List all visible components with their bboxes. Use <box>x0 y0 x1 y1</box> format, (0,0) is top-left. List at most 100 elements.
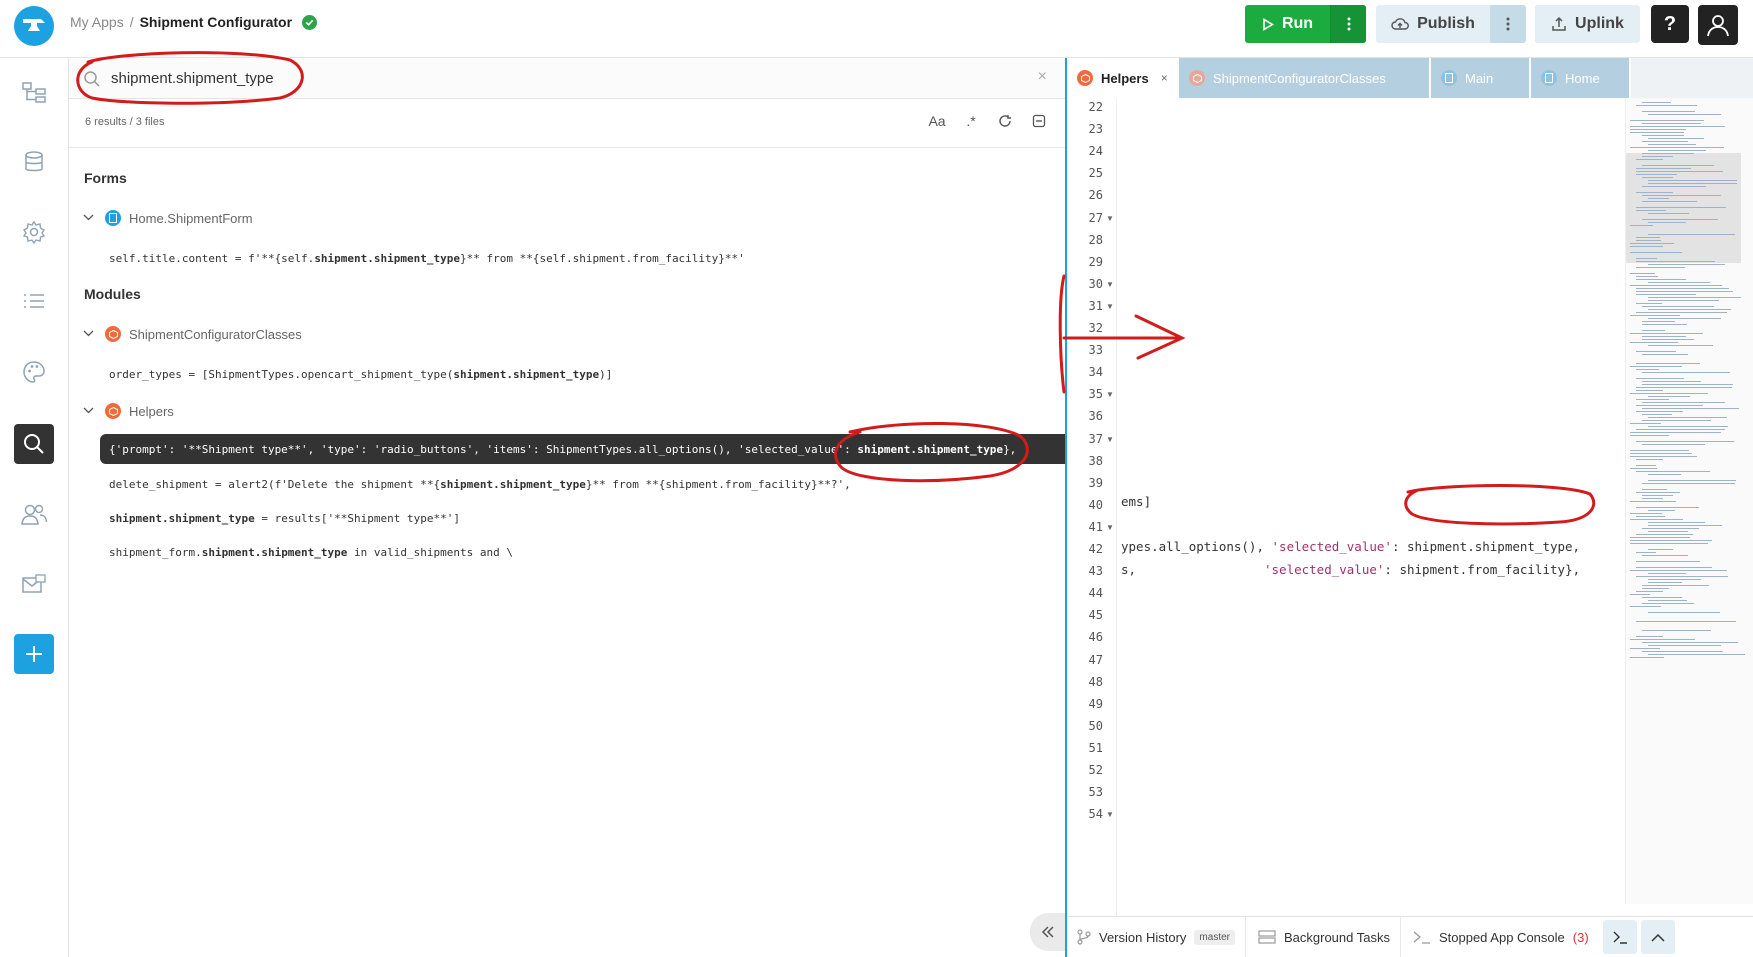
fold-toggle-icon[interactable]: ▼ <box>1106 390 1114 399</box>
tab-helpers[interactable]: Helpers × <box>1067 58 1177 98</box>
add-icon[interactable] <box>14 634 54 674</box>
collapse-all-icon[interactable] <box>1029 111 1049 131</box>
minimap-line <box>1648 282 1711 283</box>
help-button[interactable]: ? <box>1651 5 1689 43</box>
tasks-icon <box>1258 930 1276 944</box>
app-name[interactable]: Shipment Configurator <box>140 14 292 30</box>
console-label: Stopped App Console <box>1438 929 1565 945</box>
minimap-line <box>1636 240 1662 241</box>
chevron-down-icon[interactable] <box>83 405 97 417</box>
version-history-label: Version History <box>1099 929 1187 945</box>
search-match[interactable]: delete_shipment = alert2(f'Delete the sh… <box>109 478 851 491</box>
line-number: 49 <box>1088 696 1103 711</box>
search-bar: × <box>69 58 1065 99</box>
version-history-button[interactable]: Version History master <box>1067 916 1246 957</box>
line-number: 23 <box>1088 122 1103 137</box>
fold-toggle-icon[interactable]: ▼ <box>1106 523 1114 532</box>
file-shipmentconfiguratorclasses[interactable]: ShipmentConfiguratorClasses <box>83 323 302 345</box>
list-icon[interactable] <box>14 282 54 322</box>
minimap-line <box>1642 414 1672 415</box>
minimap-line <box>1636 288 1729 289</box>
app-console-button[interactable]: Stopped App Console (3) <box>1401 917 1599 957</box>
publish-more-menu-icon[interactable] <box>1490 5 1526 43</box>
anvil-logo-icon[interactable] <box>14 6 54 46</box>
app-browser-icon[interactable] <box>14 72 54 112</box>
minimap-line <box>1636 552 1656 553</box>
git-branch-icon <box>1077 929 1091 945</box>
tab-home[interactable]: Home <box>1531 58 1629 98</box>
minimap-line <box>1630 453 1692 454</box>
file-home-shipmentform[interactable]: Home.ShipmentForm <box>83 207 253 229</box>
minimap-line <box>1630 537 1690 538</box>
fold-toggle-icon[interactable]: ▼ <box>1106 280 1114 289</box>
collapse-panel-button[interactable] <box>1030 913 1066 951</box>
minimap-line <box>1642 186 1707 187</box>
regex-toggle[interactable]: .* <box>961 111 981 131</box>
run-main[interactable]: Run <box>1245 15 1330 33</box>
minimap-line <box>1642 603 1694 604</box>
close-tab-icon[interactable]: × <box>1161 71 1168 85</box>
chevron-up-icon[interactable] <box>1640 920 1675 954</box>
code-minimap[interactable] <box>1625 98 1753 904</box>
minimap-line <box>1630 285 1722 286</box>
minimap-line <box>1636 561 1700 562</box>
minimap-line <box>1636 636 1664 637</box>
users-icon[interactable] <box>14 494 54 534</box>
search-match-selected[interactable]: {'prompt': '**Shipment type**', 'type': … <box>100 434 1065 464</box>
fold-toggle-icon[interactable]: ▼ <box>1106 810 1114 819</box>
minimap-line <box>1630 513 1662 514</box>
code-area[interactable]: ems] ypes.all_options(), 'selected_value… <box>1117 98 1677 916</box>
fold-toggle-icon[interactable]: ▼ <box>1106 302 1114 311</box>
breadcrumb-my-apps[interactable]: My Apps <box>70 14 124 30</box>
background-tasks-button[interactable]: Background Tasks <box>1246 916 1401 957</box>
match-text: }, <box>1003 442 1017 456</box>
search-input[interactable] <box>111 64 991 92</box>
run-button[interactable]: Run <box>1245 5 1366 43</box>
minimap-line <box>1642 498 1664 499</box>
terminal-toggle-icon[interactable] <box>1602 920 1637 954</box>
minimap-line <box>1636 441 1735 442</box>
publish-main[interactable]: Publish <box>1376 15 1490 33</box>
run-more-menu-icon[interactable] <box>1330 5 1366 43</box>
fold-toggle-icon[interactable]: ▼ <box>1106 214 1114 223</box>
tab-main[interactable]: Main <box>1431 58 1529 98</box>
minimap-line <box>1630 648 1661 649</box>
clear-search-icon[interactable]: × <box>1038 68 1047 86</box>
search-match[interactable]: shipment.shipment_type = results['**Ship… <box>109 512 460 525</box>
minimap-line <box>1642 306 1715 307</box>
minimap-line <box>1630 243 1674 244</box>
email-icon[interactable] <box>14 564 54 604</box>
fold-toggle-icon[interactable]: ▼ <box>1106 435 1114 444</box>
uplink-button[interactable]: Uplink <box>1535 5 1640 43</box>
match-text: {'prompt': '**Shipment type**', 'type': … <box>109 442 858 456</box>
search-match[interactable]: order_types = [ShipmentTypes.opencart_sh… <box>109 368 612 381</box>
minimap-line <box>1648 531 1689 532</box>
search-match[interactable]: self.title.content = f'**{self.shipment.… <box>109 252 745 265</box>
line-number: 32 <box>1088 321 1103 335</box>
minimap-line <box>1630 342 1678 343</box>
refresh-icon[interactable] <box>995 111 1015 131</box>
tab-shipmentconfiguratorclasses[interactable]: ShipmentConfiguratorClasses <box>1179 58 1429 98</box>
line-number: 47 <box>1088 652 1103 667</box>
minimap-line <box>1648 573 1687 574</box>
user-avatar[interactable] <box>1698 5 1738 45</box>
minimap-line <box>1636 258 1657 259</box>
line-number: 24 <box>1088 144 1103 159</box>
publish-button[interactable]: Publish <box>1376 5 1526 43</box>
minimap-line <box>1648 297 1742 298</box>
search-rail-icon[interactable] <box>14 424 54 464</box>
theme-palette-icon[interactable] <box>14 352 54 392</box>
chevron-down-icon[interactable] <box>83 328 97 340</box>
match-case-toggle[interactable]: Aa <box>927 111 947 131</box>
minimap-line <box>1648 222 1687 223</box>
file-helpers[interactable]: Helpers <box>83 400 174 422</box>
chevron-down-icon[interactable] <box>83 212 97 224</box>
search-match[interactable]: shipment_form.shipment.shipment_type in … <box>109 546 513 559</box>
settings-gear-icon[interactable] <box>14 212 54 252</box>
minimap-line <box>1642 420 1711 421</box>
minimap-line <box>1636 390 1663 391</box>
line-number: 51 <box>1088 740 1103 755</box>
tab-label: Home <box>1565 70 1600 86</box>
database-icon[interactable] <box>14 142 54 182</box>
minimap-line <box>1648 480 1736 481</box>
